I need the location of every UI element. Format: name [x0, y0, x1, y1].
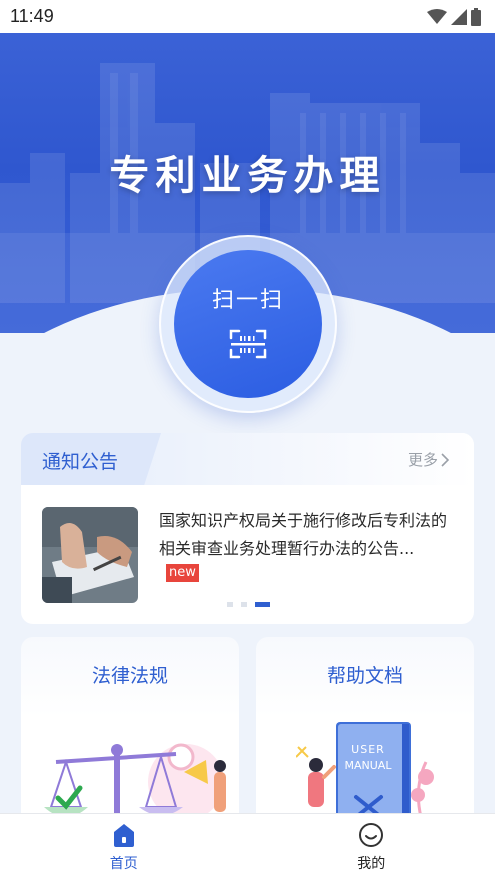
battery-icon: [471, 7, 481, 26]
chevron-right-icon: [441, 452, 450, 467]
new-badge: new: [166, 564, 199, 582]
book-text-manual: MANUAL: [345, 759, 393, 772]
notice-item-text[interactable]: 国家知识产权局关于施行修改后专利法的相关审查业务处理暂行办法的公告...: [159, 507, 459, 563]
more-label: 更多: [407, 451, 438, 469]
notice-header: 通知公告 更多: [21, 433, 474, 485]
carousel-dot: [227, 602, 233, 607]
notice-thumbnail[interactable]: [42, 507, 138, 603]
signal-icon: [451, 8, 467, 25]
scan-icon: [229, 329, 267, 359]
scan-button[interactable]: 扫一扫: [174, 250, 322, 398]
status-time: 11:49: [10, 6, 54, 26]
notice-thumbnail-image: [42, 507, 138, 603]
bottom-nav: 首页 我的: [0, 813, 495, 881]
status-icons: [427, 7, 481, 26]
help-docs-title: 帮助文档: [326, 665, 403, 687]
status-bar: 11:49: [0, 0, 495, 33]
law-regulations-title: 法律法规: [91, 665, 168, 687]
notice-card: 通知公告 更多 国家知识产权局关于施行修改后专利法的相关审查业务处理暂行办法的公…: [21, 433, 474, 624]
law-regulations-card[interactable]: 法律法规: [21, 637, 239, 837]
help-docs-card[interactable]: 帮助文档 USER MANUAL: [256, 637, 474, 837]
carousel-dot: [241, 602, 247, 607]
scan-label: 扫一扫: [211, 288, 284, 313]
nav-home-label: 首页: [109, 856, 138, 872]
nav-me-label: 我的: [357, 856, 386, 872]
smiley-icon: [359, 823, 384, 847]
carousel-indicator: [227, 602, 270, 607]
book-text-user: USER: [351, 743, 385, 756]
nav-home[interactable]: 首页: [0, 814, 248, 881]
wifi-icon: [427, 8, 447, 24]
more-link[interactable]: 更多: [408, 449, 450, 470]
home-icon: [113, 824, 134, 847]
notice-title: 通知公告: [42, 451, 119, 473]
nav-me[interactable]: 我的: [248, 814, 495, 881]
page-title: 专利业务办理: [109, 153, 386, 199]
carousel-dot-active: [255, 602, 270, 607]
